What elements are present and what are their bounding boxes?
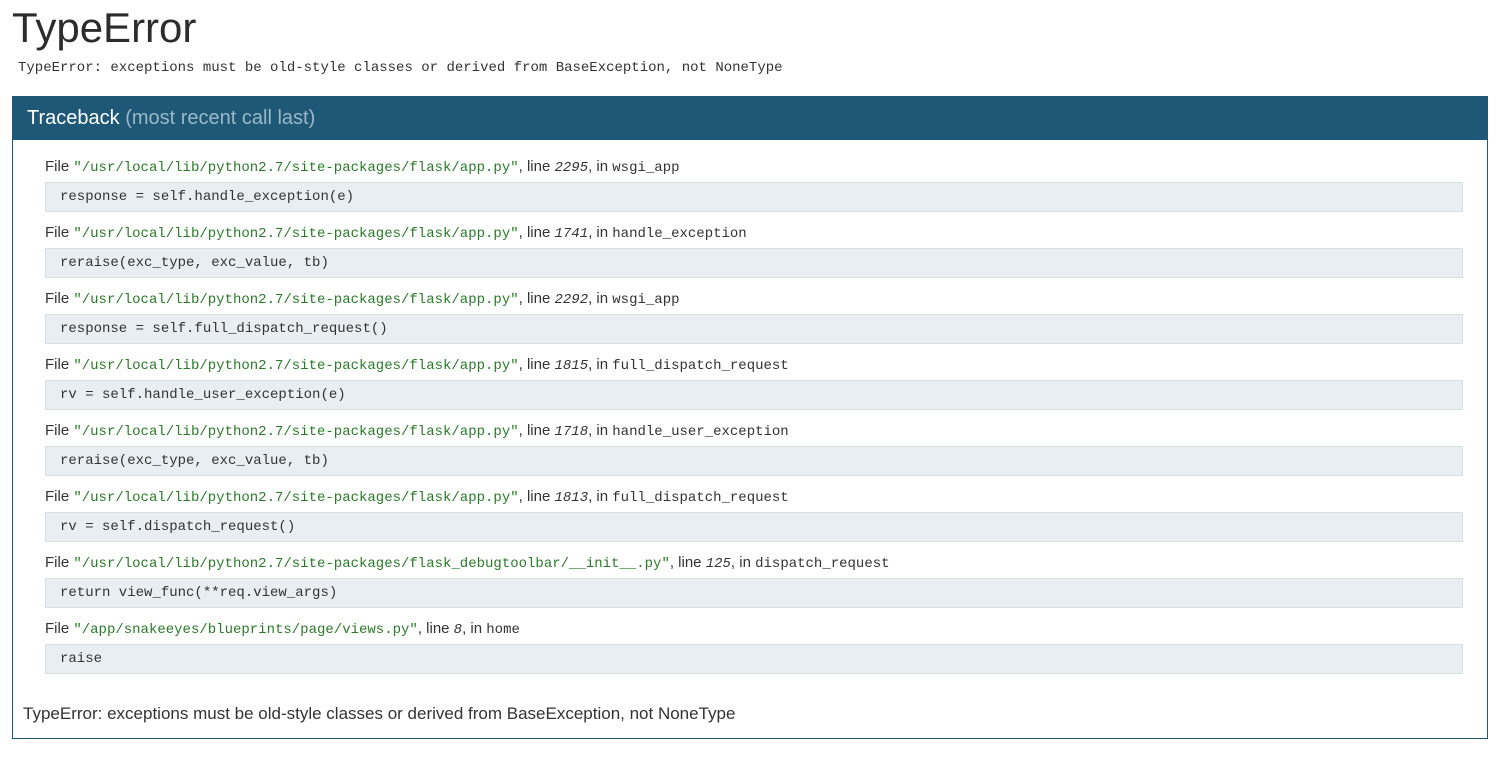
traceback-box: Traceback (most recent call last) File "… bbox=[12, 96, 1488, 739]
frame-file-path: "/usr/local/lib/python2.7/site-packages/… bbox=[73, 292, 518, 308]
frame-line-label: , line bbox=[418, 620, 454, 637]
frame-line-label: , line bbox=[519, 224, 555, 241]
frame-in-label: , in bbox=[731, 554, 755, 571]
frame-file-path: "/usr/local/lib/python2.7/site-packages/… bbox=[73, 490, 518, 506]
frame-code-line[interactable]: response = self.handle_exception(e) bbox=[45, 182, 1463, 212]
frame-code-line[interactable]: rv = self.handle_user_exception(e) bbox=[45, 380, 1463, 410]
frame-line-number: 1813 bbox=[554, 490, 588, 506]
frame-line-label: , line bbox=[519, 158, 555, 175]
frame-line-number: 1741 bbox=[554, 226, 588, 242]
frame-code-line[interactable]: reraise(exc_type, exc_value, tb) bbox=[45, 248, 1463, 278]
frame-function-name: wsgi_app bbox=[612, 160, 679, 176]
traceback-frame: File "/usr/local/lib/python2.7/site-pack… bbox=[45, 422, 1463, 476]
frame-location: File "/usr/local/lib/python2.7/site-pack… bbox=[45, 224, 1463, 248]
frame-location: File "/usr/local/lib/python2.7/site-pack… bbox=[45, 488, 1463, 512]
traceback-label: Traceback bbox=[27, 107, 125, 129]
frame-line-number: 1718 bbox=[554, 424, 588, 440]
frame-function-name: handle_exception bbox=[612, 226, 746, 242]
traceback-frames: File "/usr/local/lib/python2.7/site-pack… bbox=[13, 140, 1487, 696]
traceback-frame: File "/app/snakeeyes/blueprints/page/vie… bbox=[45, 620, 1463, 674]
frame-function-name: full_dispatch_request bbox=[612, 490, 788, 506]
traceback-frame: File "/usr/local/lib/python2.7/site-pack… bbox=[45, 356, 1463, 410]
frame-file-path: "/usr/local/lib/python2.7/site-packages/… bbox=[73, 226, 518, 242]
frame-in-label: , in bbox=[462, 620, 486, 637]
traceback-header: Traceback (most recent call last) bbox=[13, 97, 1487, 140]
frame-function-name: handle_user_exception bbox=[612, 424, 788, 440]
frame-function-name: wsgi_app bbox=[612, 292, 679, 308]
traceback-frame: File "/usr/local/lib/python2.7/site-pack… bbox=[45, 224, 1463, 278]
frame-line-label: , line bbox=[519, 422, 555, 439]
traceback-frame: File "/usr/local/lib/python2.7/site-pack… bbox=[45, 158, 1463, 212]
frame-file-label: File bbox=[45, 158, 73, 175]
frame-line-number: 8 bbox=[454, 622, 462, 638]
frame-in-label: , in bbox=[588, 356, 612, 373]
bottom-error-message: TypeError: exceptions must be old-style … bbox=[13, 696, 1487, 738]
frame-file-path: "/app/snakeeyes/blueprints/page/views.py… bbox=[73, 622, 417, 638]
error-title: TypeError bbox=[12, 0, 1488, 60]
frame-function-name: full_dispatch_request bbox=[612, 358, 788, 374]
frame-file-label: File bbox=[45, 290, 73, 307]
frame-in-label: , in bbox=[588, 488, 612, 505]
frame-code-line[interactable]: return view_func(**req.view_args) bbox=[45, 578, 1463, 608]
frame-code-line[interactable]: response = self.full_dispatch_request() bbox=[45, 314, 1463, 344]
frame-file-path: "/usr/local/lib/python2.7/site-packages/… bbox=[73, 160, 518, 176]
frame-file-label: File bbox=[45, 422, 73, 439]
traceback-frame: File "/usr/local/lib/python2.7/site-pack… bbox=[45, 554, 1463, 608]
error-message: TypeError: exceptions must be old-style … bbox=[12, 60, 1488, 96]
frame-location: File "/app/snakeeyes/blueprints/page/vie… bbox=[45, 620, 1463, 644]
frame-in-label: , in bbox=[588, 158, 612, 175]
frame-file-path: "/usr/local/lib/python2.7/site-packages/… bbox=[73, 358, 518, 374]
frame-line-number: 125 bbox=[706, 556, 731, 572]
frame-function-name: dispatch_request bbox=[755, 556, 889, 572]
frame-location: File "/usr/local/lib/python2.7/site-pack… bbox=[45, 158, 1463, 182]
frame-in-label: , in bbox=[588, 290, 612, 307]
frame-line-label: , line bbox=[519, 488, 555, 505]
traceback-frame: File "/usr/local/lib/python2.7/site-pack… bbox=[45, 488, 1463, 542]
frame-location: File "/usr/local/lib/python2.7/site-pack… bbox=[45, 554, 1463, 578]
traceback-recent: (most recent call last) bbox=[125, 107, 315, 129]
frame-line-label: , line bbox=[670, 554, 706, 571]
frame-location: File "/usr/local/lib/python2.7/site-pack… bbox=[45, 290, 1463, 314]
frame-code-line[interactable]: raise bbox=[45, 644, 1463, 674]
frame-function-name: home bbox=[486, 622, 520, 638]
frame-in-label: , in bbox=[588, 422, 612, 439]
frame-in-label: , in bbox=[588, 224, 612, 241]
frame-line-label: , line bbox=[519, 356, 555, 373]
frame-file-path: "/usr/local/lib/python2.7/site-packages/… bbox=[73, 556, 670, 572]
frame-file-label: File bbox=[45, 488, 73, 505]
frame-file-path: "/usr/local/lib/python2.7/site-packages/… bbox=[73, 424, 518, 440]
frame-line-label: , line bbox=[519, 290, 555, 307]
frame-file-label: File bbox=[45, 620, 73, 637]
frame-file-label: File bbox=[45, 224, 73, 241]
frame-code-line[interactable]: rv = self.dispatch_request() bbox=[45, 512, 1463, 542]
frame-line-number: 2292 bbox=[554, 292, 588, 308]
frame-line-number: 2295 bbox=[554, 160, 588, 176]
frame-line-number: 1815 bbox=[554, 358, 588, 374]
frame-location: File "/usr/local/lib/python2.7/site-pack… bbox=[45, 422, 1463, 446]
traceback-frame: File "/usr/local/lib/python2.7/site-pack… bbox=[45, 290, 1463, 344]
frame-code-line[interactable]: reraise(exc_type, exc_value, tb) bbox=[45, 446, 1463, 476]
frame-file-label: File bbox=[45, 554, 73, 571]
frame-file-label: File bbox=[45, 356, 73, 373]
frame-location: File "/usr/local/lib/python2.7/site-pack… bbox=[45, 356, 1463, 380]
